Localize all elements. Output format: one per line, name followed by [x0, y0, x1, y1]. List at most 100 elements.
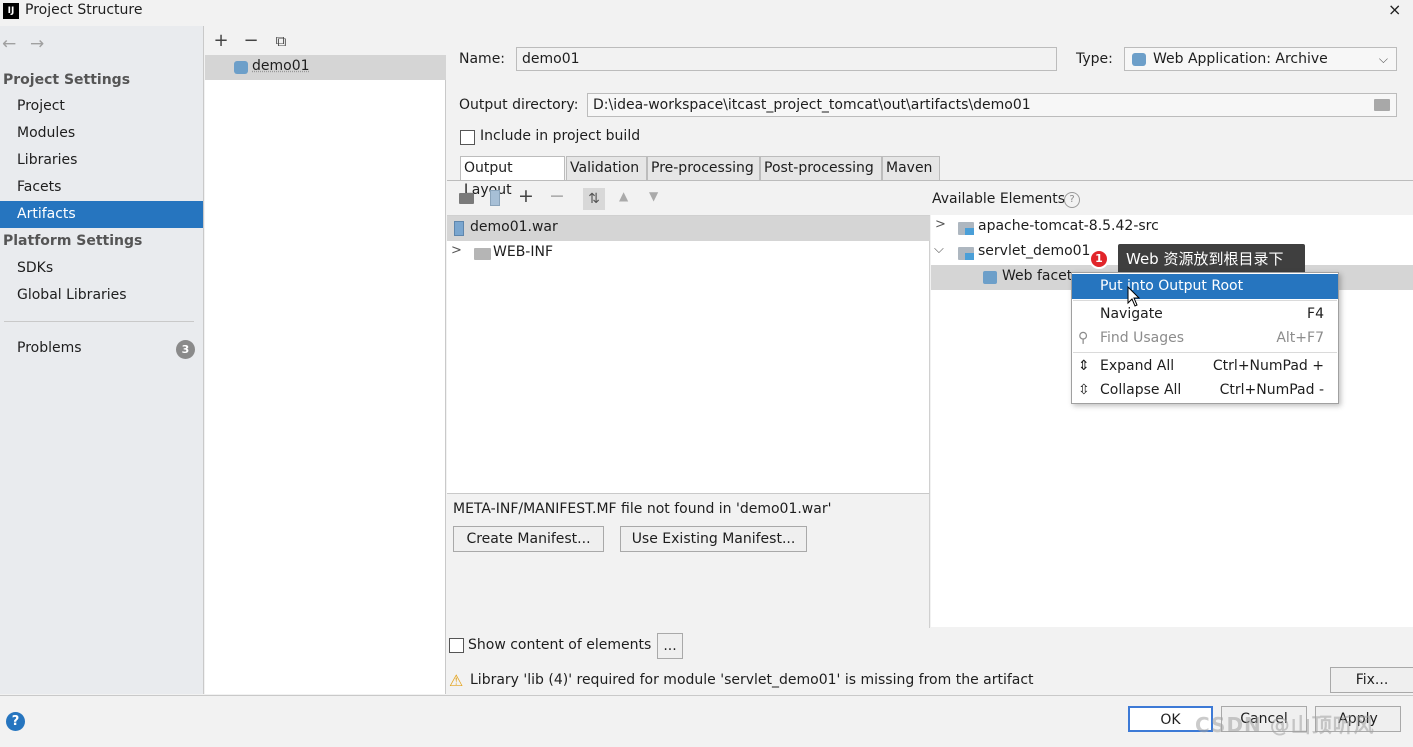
- type-dropdown[interactable]: Web Application: Archive ⌵: [1124, 47, 1397, 71]
- menu-item-find-usages[interactable]: ⚲ Find Usages Alt+F7: [1072, 326, 1338, 351]
- search-icon: ⚲: [1078, 330, 1089, 346]
- tree-node-tomcat[interactable]: > apache-tomcat-8.5.42-src: [931, 215, 1413, 240]
- tab-maven[interactable]: Maven: [882, 156, 940, 180]
- artifact-list-panel: + − ⧉ demo01: [205, 26, 446, 694]
- show-content-options-button[interactable]: ...: [657, 633, 683, 659]
- annotation-tooltip: Web 资源放到根目录下: [1118, 244, 1305, 274]
- menu-item-shortcut: F4: [1307, 306, 1324, 322]
- type-dropdown-value: Web Application: Archive: [1153, 51, 1328, 67]
- tree-node-servlet-label: servlet_demo01: [978, 243, 1091, 259]
- sidebar-item-modules[interactable]: Modules: [0, 120, 203, 147]
- output-layout-tree: demo01.war > WEB-INF: [447, 215, 930, 493]
- sidebar-item-libraries[interactable]: Libraries: [0, 147, 203, 174]
- tree-node-web-inf-label: WEB-INF: [493, 244, 553, 260]
- include-in-build-label: Include in project build: [480, 128, 641, 144]
- show-content-checkbox[interactable]: [449, 638, 464, 653]
- menu-item-label: Put into Output Root: [1100, 278, 1244, 294]
- warning-icon: ⚠: [449, 671, 464, 690]
- menu-item-label: Expand All: [1100, 358, 1175, 374]
- sidebar-item-artifacts[interactable]: Artifacts: [0, 201, 203, 228]
- annotation-badge: 1: [1089, 249, 1109, 269]
- output-directory-value: D:\idea-workspace\itcast_project_tomcat\…: [593, 97, 1031, 113]
- close-icon[interactable]: ×: [1388, 0, 1401, 19]
- new-directory-icon[interactable]: [459, 193, 474, 204]
- menu-item-expand-all[interactable]: ⇕ Expand All Ctrl+NumPad +: [1072, 354, 1338, 379]
- include-in-build-checkbox[interactable]: [460, 130, 475, 145]
- title-bar: IJ Project Structure ×: [0, 0, 1413, 24]
- tab-post-processing[interactable]: Post-processing: [760, 156, 882, 180]
- name-field[interactable]: demo01: [516, 47, 1057, 71]
- folder-icon: [474, 248, 491, 260]
- chevron-right-icon[interactable]: >: [935, 217, 946, 232]
- create-manifest-button[interactable]: Create Manifest...: [453, 526, 604, 552]
- menu-item-label: Navigate: [1100, 306, 1163, 322]
- sidebar-item-facets[interactable]: Facets: [0, 174, 203, 201]
- sidebar-item-project[interactable]: Project: [0, 93, 203, 120]
- menu-divider: [1073, 300, 1337, 301]
- sidebar-item-sdks[interactable]: SDKs: [0, 255, 203, 282]
- chevron-down-icon[interactable]: ⌵: [934, 242, 944, 257]
- name-label: Name:: [459, 51, 506, 67]
- sidebar-item-problems[interactable]: Problems: [0, 335, 203, 362]
- tab-underline: [447, 180, 1413, 181]
- copy-artifact-icon[interactable]: ⧉: [271, 32, 291, 50]
- watermark: CSDN @山顶听风: [1195, 713, 1375, 737]
- chevron-right-icon[interactable]: >: [451, 243, 462, 258]
- output-directory-label: Output directory:: [459, 97, 579, 113]
- browse-folder-icon[interactable]: [1374, 99, 1390, 111]
- web-facet-icon: [983, 271, 997, 284]
- tree-node-war[interactable]: demo01.war: [447, 216, 930, 241]
- forward-arrow-icon[interactable]: →: [30, 34, 44, 54]
- tree-node-web-inf[interactable]: > WEB-INF: [447, 241, 930, 266]
- collapse-all-icon: ⇳: [1078, 382, 1090, 398]
- menu-item-collapse-all[interactable]: ⇳ Collapse All Ctrl+NumPad -: [1072, 378, 1338, 403]
- add-copy-icon[interactable]: +: [518, 185, 534, 207]
- fix-button[interactable]: Fix...: [1330, 667, 1413, 693]
- context-menu: Put into Output Root Navigate F4 ⚲ Find …: [1071, 272, 1339, 404]
- settings-sidebar: ← → Project Settings Project Modules Lib…: [0, 26, 204, 694]
- web-archive-icon: [1132, 53, 1146, 66]
- tab-output-layout[interactable]: Output Layout: [460, 156, 565, 198]
- library-icon: [958, 222, 974, 235]
- tree-node-tomcat-label: apache-tomcat-8.5.42-src: [978, 218, 1159, 234]
- output-directory-field[interactable]: D:\idea-workspace\itcast_project_tomcat\…: [587, 93, 1397, 117]
- dialog-footer: ? OK Cancel Apply CSDN @山顶听风: [0, 695, 1413, 747]
- tab-pre-processing[interactable]: Pre-processing: [647, 156, 760, 180]
- sidebar-item-global-libraries[interactable]: Global Libraries: [0, 282, 203, 309]
- manifest-message: META-INF/MANIFEST.MF file not found in '…: [453, 501, 832, 517]
- mouse-cursor-icon: [1127, 286, 1141, 307]
- move-up-icon[interactable]: ▲: [619, 189, 628, 203]
- window-title: Project Structure: [25, 2, 143, 18]
- available-elements-header: Available Elements: [932, 191, 1066, 207]
- menu-item-shortcut: Ctrl+NumPad -: [1219, 382, 1324, 398]
- move-down-icon[interactable]: ▼: [649, 189, 658, 203]
- back-arrow-icon[interactable]: ←: [2, 34, 16, 54]
- expand-all-icon: ⇕: [1078, 358, 1090, 374]
- menu-divider: [1073, 352, 1337, 353]
- help-circle-icon[interactable]: ?: [1064, 192, 1080, 208]
- tab-validation[interactable]: Validation: [566, 156, 647, 180]
- menu-item-navigate[interactable]: Navigate F4: [1072, 302, 1338, 327]
- artifact-label: demo01: [252, 58, 310, 74]
- remove-artifact-icon[interactable]: −: [241, 30, 261, 51]
- sort-elements-icon[interactable]: ⇅: [583, 188, 605, 210]
- problems-count-badge: 3: [176, 340, 195, 359]
- help-icon[interactable]: ?: [6, 712, 25, 731]
- use-existing-manifest-button[interactable]: Use Existing Manifest...: [620, 526, 807, 552]
- type-label: Type:: [1076, 51, 1113, 67]
- war-file-icon: [454, 221, 464, 236]
- artifact-toolbar: + − ⧉: [205, 26, 446, 55]
- add-artifact-icon[interactable]: +: [211, 30, 231, 51]
- web-artifact-icon: [234, 61, 248, 74]
- menu-item-put-into-output-root[interactable]: Put into Output Root: [1072, 274, 1338, 299]
- project-settings-header: Project Settings: [3, 72, 131, 88]
- menu-item-label: Find Usages: [1100, 330, 1185, 346]
- new-archive-icon[interactable]: [490, 190, 500, 206]
- manifest-panel: META-INF/MANIFEST.MF file not found in '…: [447, 493, 930, 628]
- artifact-list-item[interactable]: demo01: [205, 55, 446, 80]
- menu-item-shortcut: Ctrl+NumPad +: [1212, 358, 1324, 374]
- remove-element-icon[interactable]: −: [549, 185, 565, 207]
- module-icon: [958, 247, 974, 260]
- show-content-label: Show content of elements: [468, 637, 652, 653]
- chevron-down-icon: ⌵: [1378, 52, 1388, 66]
